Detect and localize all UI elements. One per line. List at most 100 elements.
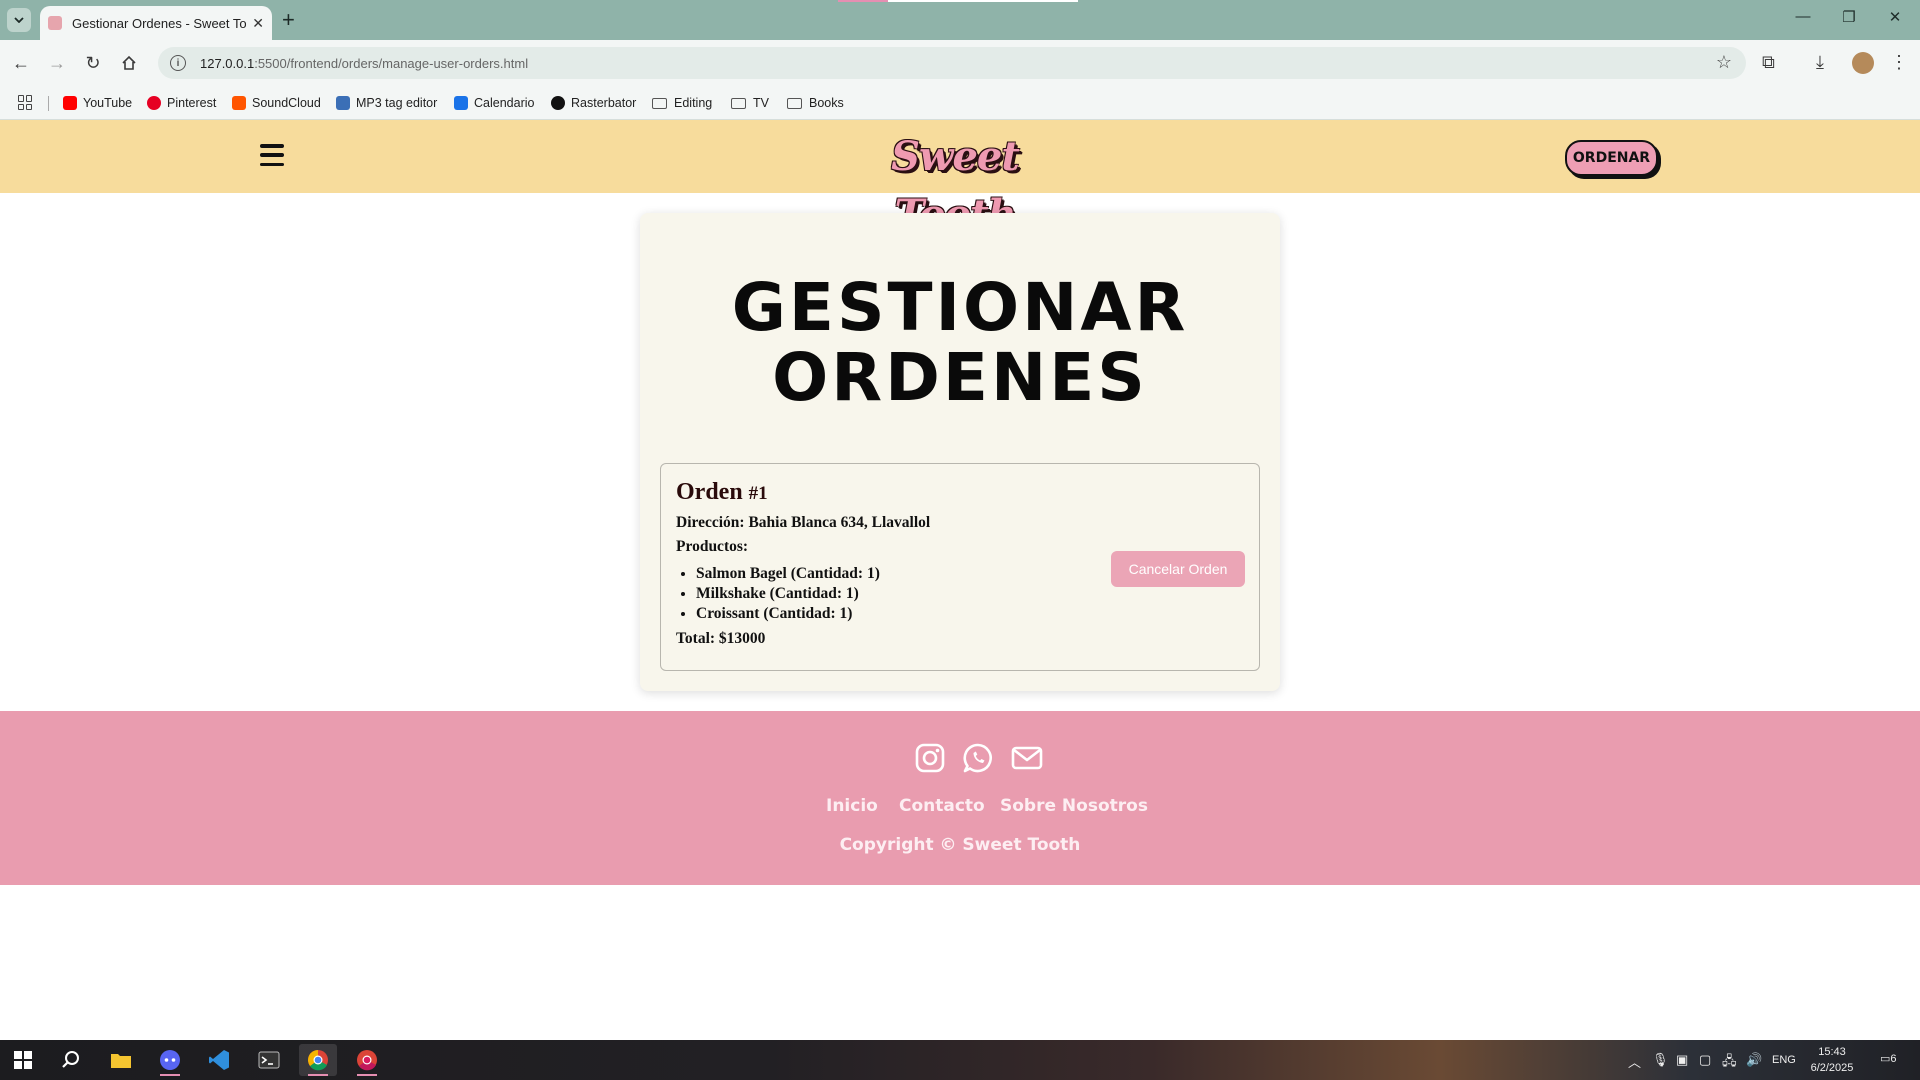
meet-now-icon[interactable]: ▣ (1676, 1052, 1688, 1068)
tab-search-button[interactable] (7, 8, 31, 32)
footer-link-sobre-nosotros[interactable]: Sobre Nosotros (1000, 796, 1148, 816)
rasterbator-icon (551, 96, 565, 110)
search-icon[interactable] (52, 1044, 90, 1076)
browser-toolbar: ← → ↻ i 127.0.0.1:5500/frontend/orders/m… (0, 40, 1920, 86)
youtube-icon (63, 96, 77, 110)
extensions-icon[interactable]: ⧉ (1762, 52, 1775, 73)
address-bar[interactable]: i 127.0.0.1:5500/frontend/orders/manage-… (158, 47, 1746, 79)
clock-time: 15:43 (1818, 1046, 1846, 1058)
bookmark-soundcloud[interactable]: SoundCloud (232, 94, 321, 112)
product-item: Salmon Bagel (Cantidad: 1) (696, 564, 880, 584)
chrome-icon[interactable] (299, 1044, 337, 1076)
order-number: #1 (748, 483, 768, 504)
forward-icon[interactable]: → (44, 50, 70, 76)
bookmarks-separator (48, 96, 49, 111)
bookmark-label: TV (753, 96, 769, 110)
folder-icon (652, 97, 667, 109)
restore-icon[interactable]: ❐ (1826, 8, 1872, 26)
folder-icon (731, 97, 746, 109)
window-close-icon[interactable]: ✕ (1872, 8, 1918, 26)
order-title-text: Orden (676, 479, 743, 505)
tab-title: Gestionar Ordenes - Sweet Tooth (72, 15, 247, 31)
bookmark-calendario[interactable]: Calendario (454, 94, 534, 112)
order-address: Dirección: Bahia Blanca 634, Llavallol (676, 514, 930, 532)
new-tab-button[interactable]: + (282, 8, 295, 32)
running-indicator (160, 1074, 180, 1076)
tag-icon (336, 96, 350, 110)
download-icon[interactable]: ⤓ (1816, 52, 1824, 73)
more-menu-icon[interactable]: ⋮ (1890, 52, 1908, 73)
site-favicon-icon (48, 16, 62, 30)
instagram-icon[interactable] (913, 741, 947, 775)
terminal-icon[interactable] (250, 1044, 288, 1076)
calendar-icon (454, 96, 468, 110)
minimize-icon[interactable]: — (1780, 8, 1826, 25)
manage-orders-panel: GESTIONAR ORDENES Orden #1 Dirección: Ba… (640, 213, 1280, 691)
order-total: Total: $13000 (676, 630, 765, 648)
total-label: Total: (676, 630, 716, 647)
order-button[interactable]: ORDENAR (1565, 140, 1658, 176)
close-tab-icon[interactable]: ✕ (252, 15, 264, 32)
bookmark-youtube[interactable]: YouTube (63, 94, 132, 112)
cancel-order-button[interactable]: Cancelar Orden (1111, 551, 1245, 587)
order-card: Orden #1 Dirección: Bahia Blanca 634, Ll… (660, 463, 1260, 671)
vscode-icon[interactable] (200, 1044, 238, 1076)
bookmark-folder-tv[interactable]: TV (731, 94, 769, 112)
notification-count: 6 (1890, 1053, 1897, 1065)
site-header: Sweet Tooth ORDENAR (0, 120, 1920, 238)
copyright-text: Copyright © Sweet Tooth (839, 835, 1081, 855)
network-icon[interactable]: 🖧 (1722, 1052, 1737, 1074)
pinterest-icon (147, 96, 161, 110)
bookmark-label: Books (809, 96, 844, 110)
bookmark-mp3-tag-editor[interactable]: MP3 tag editor (336, 94, 437, 112)
bookmark-pinterest[interactable]: Pinterest (147, 94, 216, 112)
profile-avatar[interactable] (1852, 52, 1874, 74)
folder-icon (787, 97, 802, 109)
system-clock[interactable]: 15:43 6/2/2025 (1806, 1044, 1858, 1076)
product-item: Milkshake (Cantidad: 1) (696, 584, 880, 604)
tray-overflow-icon[interactable]: ︿ (1628, 1052, 1641, 1071)
clock-date: 6/2/2025 (1810, 1062, 1854, 1074)
bookmark-label: SoundCloud (252, 96, 321, 110)
windows-taskbar: ︿ 🎙 ▣ ▢ 🖧 🔊 ENG 15:43 6/2/2025 ▭6 (0, 1040, 1920, 1080)
back-icon[interactable]: ← (8, 50, 34, 76)
browser-tab-strip: Gestionar Ordenes - Sweet Tooth ✕ + — ❐ … (0, 0, 1920, 40)
browser-tab-active[interactable]: Gestionar Ordenes - Sweet Tooth ✕ (40, 6, 272, 40)
reload-icon[interactable]: ↻ (80, 50, 106, 76)
chevron-down-icon (14, 17, 24, 23)
running-indicator (308, 1074, 328, 1076)
bookmark-folder-books[interactable]: Books (787, 94, 844, 112)
language-indicator[interactable]: ENG (1772, 1054, 1796, 1066)
home-glyph (122, 55, 136, 70)
running-indicator (357, 1074, 377, 1076)
hamburger-menu-icon[interactable] (260, 144, 284, 166)
bookmark-folder-editing[interactable]: Editing (652, 94, 712, 112)
bookmark-star-icon[interactable]: ☆ (1716, 52, 1732, 73)
bookmark-rasterbator[interactable]: Rasterbator (551, 94, 636, 112)
apps-grid-icon[interactable] (18, 95, 33, 110)
chrome-profile-icon[interactable] (348, 1044, 386, 1076)
site-info-icon[interactable]: i (170, 55, 186, 71)
microphone-icon[interactable]: 🎙 (1652, 1052, 1669, 1068)
products-list: Salmon Bagel (Cantidad: 1) Milkshake (Ca… (696, 564, 880, 624)
discord-icon[interactable] (151, 1044, 189, 1076)
products-label: Productos: (676, 538, 749, 555)
footer-link-contacto[interactable]: Contacto (899, 796, 985, 816)
bookmarks-bar: YouTube Pinterest SoundCloud MP3 tag edi… (0, 86, 1920, 120)
display-icon[interactable]: ▢ (1699, 1052, 1711, 1068)
whatsapp-icon[interactable] (961, 741, 995, 775)
notifications-icon[interactable]: ▭6 (1880, 1052, 1897, 1065)
start-button[interactable] (4, 1044, 42, 1076)
footer-link-inicio[interactable]: Inicio (826, 796, 878, 816)
site-footer: Inicio Contacto Sobre Nosotros Copyright… (0, 711, 1920, 885)
bookmark-label: Editing (674, 96, 713, 110)
volume-icon[interactable]: 🔊 (1746, 1052, 1762, 1068)
email-icon[interactable] (1010, 741, 1044, 775)
file-explorer-icon[interactable] (102, 1044, 140, 1076)
home-icon[interactable] (116, 50, 142, 76)
bookmark-label: Pinterest (167, 96, 217, 110)
page-title-line2: ORDENES (772, 339, 1148, 416)
windows-logo-icon (14, 1051, 32, 1069)
bookmark-label: MP3 tag editor (356, 96, 438, 110)
site-logo[interactable]: Sweet Tooth (860, 128, 1050, 238)
